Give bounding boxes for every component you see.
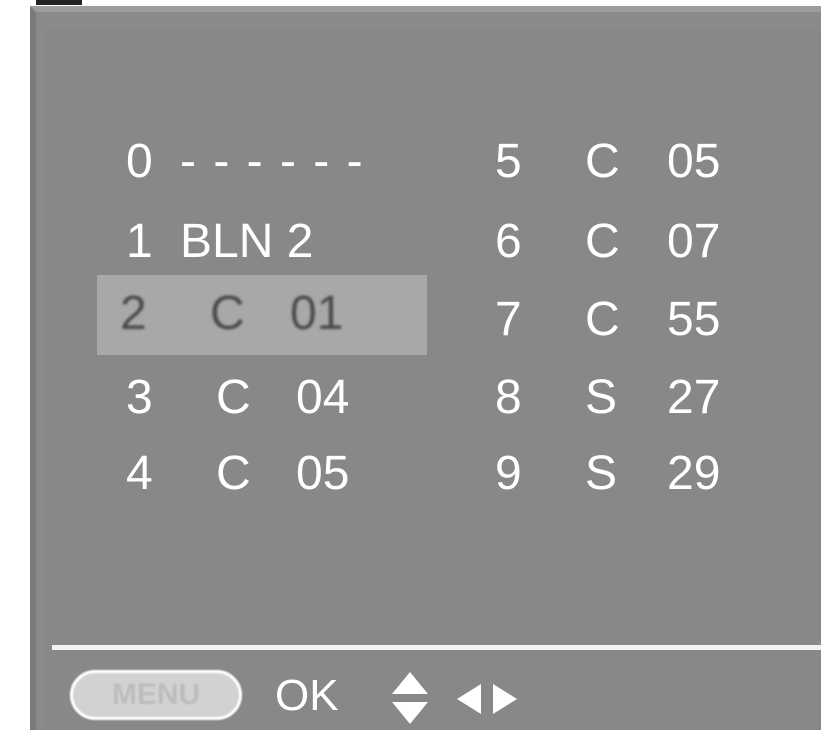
channel-name: 05 xyxy=(296,447,350,500)
channel-name: 05 xyxy=(667,135,721,188)
channel-name: - - - - - - xyxy=(180,135,365,188)
channel-type: C xyxy=(585,135,620,188)
channel-name: 55 xyxy=(667,293,721,346)
channel-type: S xyxy=(585,371,618,424)
channel-type: C xyxy=(210,287,245,340)
channel-name: 01 xyxy=(290,287,344,340)
left-right-arrows-icon xyxy=(457,684,517,714)
channel-number: 4 xyxy=(126,447,153,500)
channel-type: C xyxy=(216,371,251,424)
channel-type: C xyxy=(216,447,251,500)
channel-number: 6 xyxy=(495,215,522,268)
channel-name: 07 xyxy=(667,215,721,268)
channel-type: C xyxy=(585,215,620,268)
channel-type: S xyxy=(585,447,618,500)
channel-number: 9 xyxy=(495,447,522,500)
channel-name: 29 xyxy=(667,447,721,500)
channel-number: 0 xyxy=(126,135,153,188)
menu-button[interactable]: MENU xyxy=(70,670,242,720)
up-down-arrows-icon xyxy=(392,672,428,724)
channel-name: 04 xyxy=(296,371,350,424)
osd-footer: MENU OK xyxy=(45,650,821,730)
tv-osd-screen: 0 - - - - - - 1 BLN 2 2 C 01 3 C 04 4 C … xyxy=(0,0,821,730)
channel-list: 0 - - - - - - 1 BLN 2 2 C 01 3 C 04 4 C … xyxy=(0,0,821,640)
channel-number: 1 xyxy=(126,215,153,268)
channel-number: 7 xyxy=(495,293,522,346)
ok-label: OK xyxy=(275,671,339,720)
channel-type: C xyxy=(585,293,620,346)
channel-name: 27 xyxy=(667,371,721,424)
channel-number: 2 xyxy=(120,287,147,340)
channel-number: 8 xyxy=(495,371,522,424)
channel-number: 3 xyxy=(126,371,153,424)
channel-number: 5 xyxy=(495,135,522,188)
channel-name: BLN 2 xyxy=(180,215,314,268)
